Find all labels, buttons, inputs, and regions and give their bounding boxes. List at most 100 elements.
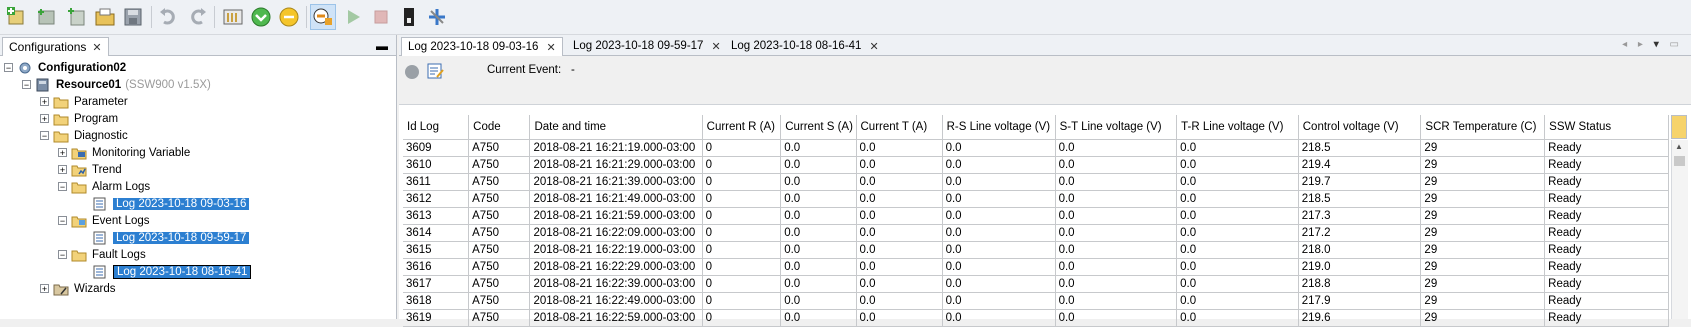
undo-icon[interactable] bbox=[156, 4, 182, 30]
table-cell: 0.0 bbox=[942, 258, 1056, 276]
table-row[interactable]: 3618 A750 2018-08-21 16:22:49.000-03:00 0 0.… bbox=[403, 292, 1669, 310]
tab-log-3[interactable]: Log 2023-10-18 08-16-41 ✕ bbox=[725, 37, 885, 55]
column-header[interactable]: R-S Line voltage (V) bbox=[942, 115, 1056, 140]
table-row[interactable]: 3609 A750 2018-08-21 16:21:19.000-03:00 0 0.… bbox=[403, 139, 1669, 157]
tools-icon[interactable] bbox=[424, 4, 450, 30]
tree-label: Event Logs bbox=[92, 214, 150, 227]
table-cell: 29 bbox=[1420, 275, 1546, 293]
column-header[interactable]: S-T Line voltage (V) bbox=[1055, 115, 1178, 140]
expand-icon[interactable]: + bbox=[58, 148, 67, 158]
tree-node-configuration[interactable]: − Configuration02 bbox=[4, 59, 126, 76]
properties-icon[interactable] bbox=[220, 4, 246, 30]
tree-node-program[interactable]: + Program bbox=[40, 110, 118, 127]
table-cell: 0.0 bbox=[780, 292, 857, 310]
table-cell: 0.0 bbox=[942, 292, 1056, 310]
edit-note-icon[interactable] bbox=[427, 63, 445, 79]
vertical-scrollbar[interactable]: ▲ bbox=[1671, 140, 1688, 319]
collapse-icon[interactable]: − bbox=[58, 216, 67, 226]
column-header[interactable]: Current S (A) bbox=[780, 115, 857, 140]
table-cell: 0.0 bbox=[856, 224, 943, 242]
tree-node-fault-logs[interactable]: − Fault Logs bbox=[58, 246, 146, 263]
status-circle-icon bbox=[405, 65, 419, 79]
connect-icon[interactable] bbox=[310, 4, 336, 30]
table-cell: 3610 bbox=[403, 156, 470, 174]
table-cell: 0 bbox=[702, 275, 782, 293]
table-row[interactable]: 3615 A750 2018-08-21 16:22:19.000-03:00 0 0.… bbox=[403, 241, 1669, 259]
collapse-icon[interactable]: − bbox=[4, 63, 13, 73]
tree-node-fault-log-item[interactable]: Log 2023-10-18 08-16-41 bbox=[92, 263, 252, 280]
column-header[interactable]: Current T (A) bbox=[856, 115, 943, 140]
redo-icon[interactable] bbox=[184, 4, 210, 30]
tree-node-trend[interactable]: + Trend bbox=[58, 161, 122, 178]
new-project-icon[interactable] bbox=[4, 4, 30, 30]
table-row[interactable]: 3610 A750 2018-08-21 16:21:29.000-03:00 0 0.… bbox=[403, 156, 1669, 174]
tree-node-diagnostic[interactable]: − Diagnostic bbox=[40, 127, 128, 144]
table-cell: 2018-08-21 16:22:39.000-03:00 bbox=[529, 275, 703, 293]
table-row[interactable]: 3616 A750 2018-08-21 16:22:29.000-03:00 0 0.… bbox=[403, 258, 1669, 276]
table-cell: 219.6 bbox=[1298, 309, 1422, 327]
tree-node-event-logs[interactable]: − Event Logs bbox=[58, 212, 150, 229]
stop-icon[interactable] bbox=[368, 4, 394, 30]
configurations-panel: Configurations ✕ ▬ − Configuration02 − R… bbox=[0, 35, 397, 319]
tab-log-2[interactable]: Log 2023-10-18 09-59-17 ✕ bbox=[567, 37, 727, 55]
save-icon[interactable] bbox=[120, 4, 146, 30]
close-icon[interactable]: ✕ bbox=[711, 40, 720, 53]
column-header[interactable]: Current R (A) bbox=[702, 115, 782, 140]
column-chooser-icon[interactable] bbox=[1671, 115, 1687, 139]
table-cell: 0.0 bbox=[1176, 156, 1299, 174]
tab-log-1[interactable]: Log 2023-10-18 09-03-16 ✕ bbox=[401, 37, 563, 56]
go-online-icon[interactable] bbox=[248, 4, 274, 30]
table-cell: 29 bbox=[1420, 173, 1546, 191]
go-offline-icon[interactable] bbox=[276, 4, 302, 30]
column-header[interactable]: SCR Temperature (C) bbox=[1420, 115, 1546, 140]
table-row[interactable]: 3612 A750 2018-08-21 16:21:49.000-03:00 0 0.… bbox=[403, 190, 1669, 208]
expand-icon[interactable]: + bbox=[40, 97, 49, 107]
table-row[interactable]: 3619 A750 2018-08-21 16:22:59.000-03:00 0 0.… bbox=[403, 309, 1669, 327]
table-row[interactable]: 3613 A750 2018-08-21 16:21:59.000-03:00 0 0.… bbox=[403, 207, 1669, 225]
configurations-tab[interactable]: Configurations ✕ bbox=[2, 37, 109, 56]
column-header[interactable]: T-R Line voltage (V) bbox=[1176, 115, 1299, 140]
new-folder-icon[interactable] bbox=[34, 4, 60, 30]
collapse-icon[interactable]: − bbox=[40, 131, 49, 141]
open-folder-icon[interactable] bbox=[92, 4, 118, 30]
close-icon[interactable]: ✕ bbox=[92, 41, 101, 54]
log-table: Id Log Code Date and time Current R (A) … bbox=[403, 115, 1669, 327]
column-header[interactable]: Date and time bbox=[529, 115, 703, 140]
tab-navigation-icon[interactable]: ◂ ▸ ▾ ▭ bbox=[1622, 39, 1683, 50]
tree-node-event-log-item[interactable]: Log 2023-10-18 09-59-17 bbox=[92, 229, 250, 246]
table-row[interactable]: 3617 A750 2018-08-21 16:22:39.000-03:00 0 0.… bbox=[403, 275, 1669, 293]
column-header[interactable]: Control voltage (V) bbox=[1298, 115, 1422, 140]
column-header[interactable]: SSW Status bbox=[1544, 115, 1669, 140]
table-cell: 2018-08-21 16:21:49.000-03:00 bbox=[529, 190, 703, 208]
column-header[interactable]: Id Log bbox=[403, 115, 470, 140]
table-cell: 0.0 bbox=[856, 258, 943, 276]
minimize-icon[interactable]: ▬ bbox=[376, 39, 388, 53]
close-icon[interactable]: ✕ bbox=[869, 40, 878, 53]
tree-node-alarm-log-item[interactable]: Log 2023-10-18 09-03-16 bbox=[92, 195, 250, 212]
column-header[interactable]: Code bbox=[468, 115, 531, 140]
tree-node-monitoring-variable[interactable]: + Monitoring Variable bbox=[58, 144, 190, 161]
tree-node-wizards[interactable]: + Wizards bbox=[40, 280, 116, 297]
run-icon[interactable] bbox=[340, 4, 366, 30]
table-row[interactable]: 3614 A750 2018-08-21 16:22:09.000-03:00 0 0.… bbox=[403, 224, 1669, 242]
scrollbar-thumb[interactable] bbox=[1674, 156, 1685, 166]
tree-node-alarm-logs[interactable]: − Alarm Logs bbox=[58, 178, 150, 195]
table-cell: 0.0 bbox=[856, 241, 943, 259]
expand-icon[interactable]: + bbox=[40, 284, 49, 294]
switch-icon[interactable] bbox=[396, 4, 422, 30]
table-cell: Ready bbox=[1544, 190, 1669, 208]
expand-icon[interactable]: + bbox=[40, 114, 49, 124]
tree-node-parameter[interactable]: + Parameter bbox=[40, 93, 128, 110]
close-icon[interactable]: ✕ bbox=[546, 41, 555, 54]
table-cell: 0.0 bbox=[780, 139, 857, 157]
collapse-icon[interactable]: − bbox=[58, 182, 67, 192]
tree-node-resource[interactable]: − Resource01 (SSW900 v1.5X) bbox=[22, 76, 211, 93]
scroll-up-icon[interactable]: ▲ bbox=[1675, 142, 1683, 151]
table-row[interactable]: 3611 A750 2018-08-21 16:21:39.000-03:00 0 0.… bbox=[403, 173, 1669, 191]
expand-icon[interactable]: + bbox=[58, 165, 67, 175]
add-item-icon[interactable] bbox=[64, 4, 90, 30]
gear-icon bbox=[19, 62, 31, 73]
collapse-icon[interactable]: − bbox=[22, 80, 31, 90]
collapse-icon[interactable]: − bbox=[58, 250, 67, 260]
table-cell: 0.0 bbox=[1176, 241, 1299, 259]
